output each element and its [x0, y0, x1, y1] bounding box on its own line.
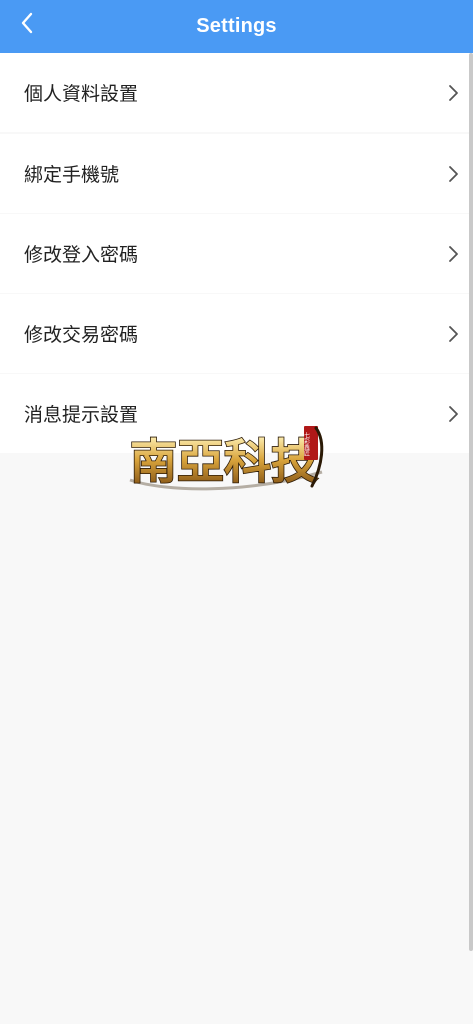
settings-item-login-password[interactable]: 修改登入密碼 [0, 214, 470, 293]
chevron-right-icon [449, 325, 458, 342]
seal-text: 七彩鑫匠 [303, 431, 310, 456]
settings-item-label: 修改交易密碼 [24, 324, 139, 346]
chevron-right-icon [449, 84, 458, 101]
chevron-right-icon [449, 405, 458, 422]
scrollbar[interactable] [469, 53, 473, 951]
page-title: Settings [196, 15, 277, 37]
settings-item-personal-info[interactable]: 個人資料設置 [0, 53, 470, 132]
chevron-right-icon [449, 165, 458, 182]
back-button[interactable] [12, 8, 42, 38]
settings-item-label: 消息提示設置 [24, 404, 139, 426]
chevron-left-icon [21, 12, 33, 34]
settings-item-label: 綁定手機號 [24, 164, 120, 186]
settings-item-bind-phone[interactable]: 綁定手機號 [0, 134, 470, 213]
watermark-logo: 南亞科技 七彩鑫匠 [129, 426, 324, 491]
watermark-text: 南亞科技 [130, 435, 318, 490]
settings-item-trade-password[interactable]: 修改交易密碼 [0, 294, 470, 373]
chevron-right-icon [449, 245, 458, 262]
header-bar: Settings [0, 0, 473, 53]
settings-item-label: 修改登入密碼 [24, 244, 139, 266]
settings-item-label: 個人資料設置 [24, 83, 139, 105]
settings-screen: Settings 個人資料設置 綁定手機號 修改登入密碼 修改交易密碼 消息提示… [0, 0, 473, 1024]
